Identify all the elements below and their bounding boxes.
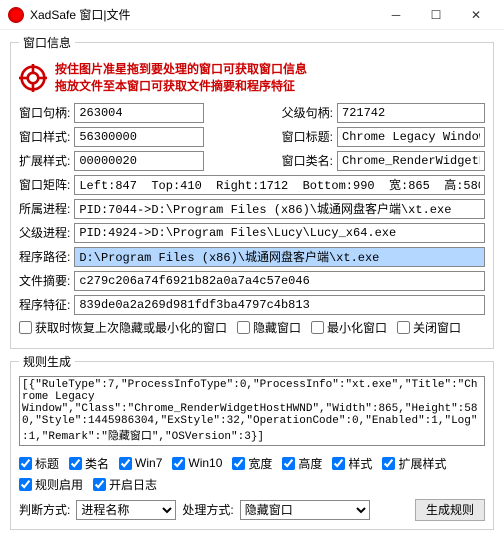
chk-width[interactable]: 宽度: [232, 455, 272, 472]
proc-input[interactable]: [74, 199, 485, 219]
sig-label: 程序特征:: [19, 296, 70, 313]
restore-check[interactable]: 获取时恢复上次隐藏或最小化的窗口: [19, 319, 227, 336]
digest-input[interactable]: [74, 271, 485, 291]
chk-enable[interactable]: 规则启用: [19, 476, 83, 493]
app-icon: [8, 7, 24, 23]
parent-input[interactable]: [337, 103, 485, 123]
chk-class[interactable]: 类名: [69, 455, 109, 472]
exstyle-input[interactable]: [74, 151, 204, 171]
chk-win10[interactable]: Win10: [172, 456, 222, 470]
handle-label: 窗口句柄:: [19, 104, 70, 121]
proc-label: 所属进程:: [19, 200, 70, 217]
title-input[interactable]: [337, 127, 485, 147]
hint-text: 按住图片准星拖到要处理的窗口可获取窗口信息 拖放文件至本窗口可获取文件摘要和程序…: [55, 61, 307, 95]
chk-win7[interactable]: Win7: [119, 456, 162, 470]
style-label: 窗口样式:: [19, 128, 70, 145]
pmode-label: 判断方式:: [19, 501, 70, 518]
rule-gen-legend: 规则生成: [19, 353, 75, 370]
chk-log[interactable]: 开启日志: [93, 476, 157, 493]
hmode-select[interactable]: 隐藏窗口: [240, 500, 370, 520]
rect-input[interactable]: [74, 175, 485, 195]
path-input[interactable]: [74, 247, 485, 267]
close-check[interactable]: 关闭窗口: [397, 319, 461, 336]
window-info-group: 窗口信息 按住图片准星拖到要处理的窗口可获取窗口信息 拖放文件至本窗口可获取文件…: [10, 34, 494, 349]
parent-label: 父级句柄:: [282, 104, 333, 121]
class-label: 窗口类名:: [282, 152, 333, 169]
crosshair-icon[interactable]: [19, 64, 47, 92]
hide-check[interactable]: 隐藏窗口: [237, 319, 301, 336]
minimize-button[interactable]: ─: [376, 1, 416, 29]
rule-json-textarea[interactable]: [19, 376, 485, 446]
class-input[interactable]: [337, 151, 485, 171]
hmode-label: 处理方式:: [182, 501, 233, 518]
generate-rule-button[interactable]: 生成规则: [415, 499, 485, 521]
title-label: 窗口标题:: [282, 128, 333, 145]
close-button[interactable]: ✕: [456, 1, 496, 29]
pproc-input[interactable]: [74, 223, 485, 243]
pproc-label: 父级进程:: [19, 224, 70, 241]
titlebar: XadSafe 窗口|文件 ─ ☐ ✕: [0, 0, 504, 30]
exstyle-label: 扩展样式:: [19, 152, 70, 169]
window-title: XadSafe 窗口|文件: [30, 6, 376, 23]
path-label: 程序路径:: [19, 248, 70, 265]
chk-exstyle[interactable]: 扩展样式: [382, 455, 446, 472]
window-info-legend: 窗口信息: [19, 34, 75, 51]
digest-label: 文件摘要:: [19, 272, 70, 289]
chk-height[interactable]: 高度: [282, 455, 322, 472]
chk-style[interactable]: 样式: [332, 455, 372, 472]
style-input[interactable]: [74, 127, 204, 147]
chk-title[interactable]: 标题: [19, 455, 59, 472]
sig-input[interactable]: [74, 295, 485, 315]
rule-gen-group: 规则生成 标题 类名 Win7 Win10 宽度 高度 样式 扩展样式 规则启用…: [10, 353, 494, 530]
maximize-button[interactable]: ☐: [416, 1, 456, 29]
pmode-select[interactable]: 进程名称: [76, 500, 176, 520]
min-check[interactable]: 最小化窗口: [311, 319, 387, 336]
handle-input[interactable]: [74, 103, 204, 123]
rect-label: 窗口矩阵:: [19, 176, 70, 193]
